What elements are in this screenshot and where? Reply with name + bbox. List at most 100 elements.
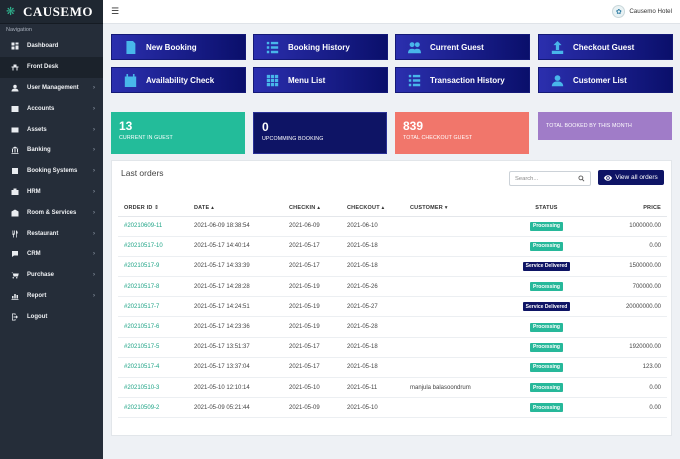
order-checkin: 2021-05-17 xyxy=(283,236,341,257)
order-id-link[interactable]: #20210517-10 xyxy=(118,236,188,257)
chevron-right-icon: › xyxy=(93,230,95,237)
view-all-orders-button[interactable]: View all orders xyxy=(598,170,664,185)
sidebar-item-dashboard[interactable]: Dashboard xyxy=(0,36,103,57)
order-id-link[interactable]: #20210517-6 xyxy=(118,316,188,338)
order-customer xyxy=(404,216,514,237)
table-row[interactable]: #20210517-9 2021-05-17 14:33:39 2021-05-17… xyxy=(118,256,667,278)
sidebar-item-logout[interactable]: Logout xyxy=(0,306,103,327)
search-placeholder: Search... xyxy=(515,175,539,182)
chevron-right-icon: › xyxy=(93,272,95,279)
menu-toggle-icon[interactable]: ☰ xyxy=(111,6,119,17)
table-row[interactable]: #20210517-10 2021-05-17 14:40:14 2021-05-1… xyxy=(118,236,667,257)
new-booking-button[interactable]: New Booking xyxy=(111,34,246,60)
sidebar-item-purchase[interactable]: Purchase › xyxy=(0,265,103,286)
order-id-link[interactable]: #20210510-3 xyxy=(118,377,188,399)
quick-action-label: Booking History xyxy=(288,42,350,52)
order-status: Processing xyxy=(514,316,579,338)
sidebar-item-room-services[interactable]: Room & Services › xyxy=(0,202,103,223)
sidebar-item-label: Front Desk xyxy=(27,64,59,71)
stat-label: CURRENT IN GUEST xyxy=(119,135,173,141)
order-customer: manjula balasoondrum xyxy=(404,377,514,399)
table-row[interactable]: #20210517-7 2021-05-17 14:24:51 2021-05-19… xyxy=(118,296,667,318)
order-id-link[interactable]: #20210517-7 xyxy=(118,296,188,318)
order-checkout: 2021-05-18 xyxy=(341,357,404,379)
sidebar-item-hrm[interactable]: HRM › xyxy=(0,182,103,203)
col-order-id[interactable]: ORDER ID ⇕ xyxy=(118,201,188,217)
eye-icon xyxy=(604,174,613,181)
sidebar-item-user-management[interactable]: User Management › xyxy=(0,78,103,99)
search-icon[interactable] xyxy=(578,175,585,182)
order-id-link[interactable]: #20210609-11 xyxy=(118,216,188,237)
accounts-icon xyxy=(10,105,19,113)
stat-upcomming-booking: 0 UPCOMMING BOOKING xyxy=(253,112,387,154)
sidebar-item-label: Assets xyxy=(27,126,47,133)
sidebar-item-restaurant[interactable]: Restaurant › xyxy=(0,223,103,244)
sidebar-item-label: Room & Services xyxy=(27,209,77,216)
current-guest-button[interactable]: Current Guest xyxy=(395,34,530,60)
table-row[interactable]: #20210517-5 2021-05-17 13:51:37 2021-05-17… xyxy=(118,337,667,358)
order-date: 2021-06-09 18:38:54 xyxy=(188,216,283,237)
logout-icon xyxy=(10,313,19,321)
upload-icon xyxy=(550,40,564,54)
sidebar-item-booking-systems[interactable]: Booking Systems › xyxy=(0,161,103,182)
card-title: Last orders xyxy=(121,168,164,178)
order-id-link[interactable]: #20210509-2 xyxy=(118,397,188,419)
table-row[interactable]: #20210517-6 2021-05-17 14:23:36 2021-05-19… xyxy=(118,316,667,338)
order-customer xyxy=(404,236,514,257)
sidebar-item-label: HRM xyxy=(27,188,41,195)
hrm-icon xyxy=(10,188,19,196)
customer-list-button[interactable]: Customer List xyxy=(538,67,673,93)
search-input[interactable]: Search... xyxy=(509,171,591,186)
order-status: Processing xyxy=(514,337,579,358)
sidebar-item-banking[interactable]: Banking › xyxy=(0,140,103,161)
sidebar-item-front-desk[interactable]: Front Desk xyxy=(0,56,103,78)
table-row[interactable]: #20210517-8 2021-05-17 14:28:28 2021-05-19… xyxy=(118,276,667,298)
booking-history-button[interactable]: Booking History xyxy=(253,34,388,60)
order-status: Processing xyxy=(514,357,579,379)
sidebar-item-label: Purchase xyxy=(27,272,55,279)
col-price: PRICE xyxy=(579,201,667,217)
table-row[interactable]: #20210509-2 2021-05-09 05:21:44 2021-05-09… xyxy=(118,397,667,419)
col-date[interactable]: DATE ▴ xyxy=(188,201,283,217)
transaction-history-button[interactable]: Transaction History xyxy=(395,67,530,93)
order-price: 0.00 xyxy=(579,397,667,419)
table-row[interactable]: #20210510-3 2021-05-10 12:10:14 2021-05-10… xyxy=(118,377,667,399)
grid-icon xyxy=(265,73,279,87)
main-content: New Booking Booking History Current Guest C… xyxy=(103,24,680,459)
stat-label: UPCOMMING BOOKING xyxy=(262,136,324,142)
sidebar-item-label: Accounts xyxy=(27,105,55,112)
sidebar-item-assets[interactable]: Assets › xyxy=(0,119,103,140)
booking-icon xyxy=(10,167,19,175)
order-checkin: 2021-05-09 xyxy=(283,397,341,419)
order-customer xyxy=(404,397,514,419)
order-checkout: 2021-05-11 xyxy=(341,377,404,399)
col-customer[interactable]: CUSTOMER ▾ xyxy=(404,201,514,217)
availability-check-button[interactable]: Availability Check xyxy=(111,67,246,93)
order-date: 2021-05-09 05:21:44 xyxy=(188,397,283,419)
quick-action-label: Transaction History xyxy=(430,75,505,85)
order-id-link[interactable]: #20210517-8 xyxy=(118,276,188,298)
checkout-guest-button[interactable]: Checkout Guest xyxy=(538,34,673,60)
chevron-right-icon: › xyxy=(93,105,95,112)
order-price: 1500000.00 xyxy=(579,256,667,278)
col-checkout[interactable]: CHECKOUT ▴ xyxy=(341,201,404,217)
quick-action-label: Availability Check xyxy=(146,75,215,85)
order-id-link[interactable]: #20210517-9 xyxy=(118,256,188,278)
sidebar-item-accounts[interactable]: Accounts › xyxy=(0,98,103,119)
order-id-link[interactable]: #20210517-4 xyxy=(118,357,188,379)
quick-action-label: Checkout Guest xyxy=(573,42,635,52)
col-checkin[interactable]: CHECKIN ▴ xyxy=(283,201,341,217)
menu-list-button[interactable]: Menu List xyxy=(253,67,388,93)
brand[interactable]: ❋ CAUSEMO xyxy=(0,0,103,24)
stat-number: 839 xyxy=(403,119,424,133)
booking-doc-icon xyxy=(123,40,137,54)
table-row[interactable]: #20210517-4 2021-05-17 13:37:04 2021-05-17… xyxy=(118,357,667,379)
sidebar-item-crm[interactable]: CRM › xyxy=(0,244,103,265)
order-status: Processing xyxy=(514,397,579,419)
sidebar-item-report[interactable]: Report › xyxy=(0,286,103,307)
order-checkout: 2021-05-27 xyxy=(341,296,404,318)
table-row[interactable]: #20210609-11 2021-06-09 18:38:54 2021-06-0… xyxy=(118,216,667,237)
order-id-link[interactable]: #20210517-5 xyxy=(118,337,188,358)
hotel-profile[interactable]: ✿ Causemo Hotel xyxy=(612,5,672,18)
hotel-name: Causemo Hotel xyxy=(629,8,672,15)
